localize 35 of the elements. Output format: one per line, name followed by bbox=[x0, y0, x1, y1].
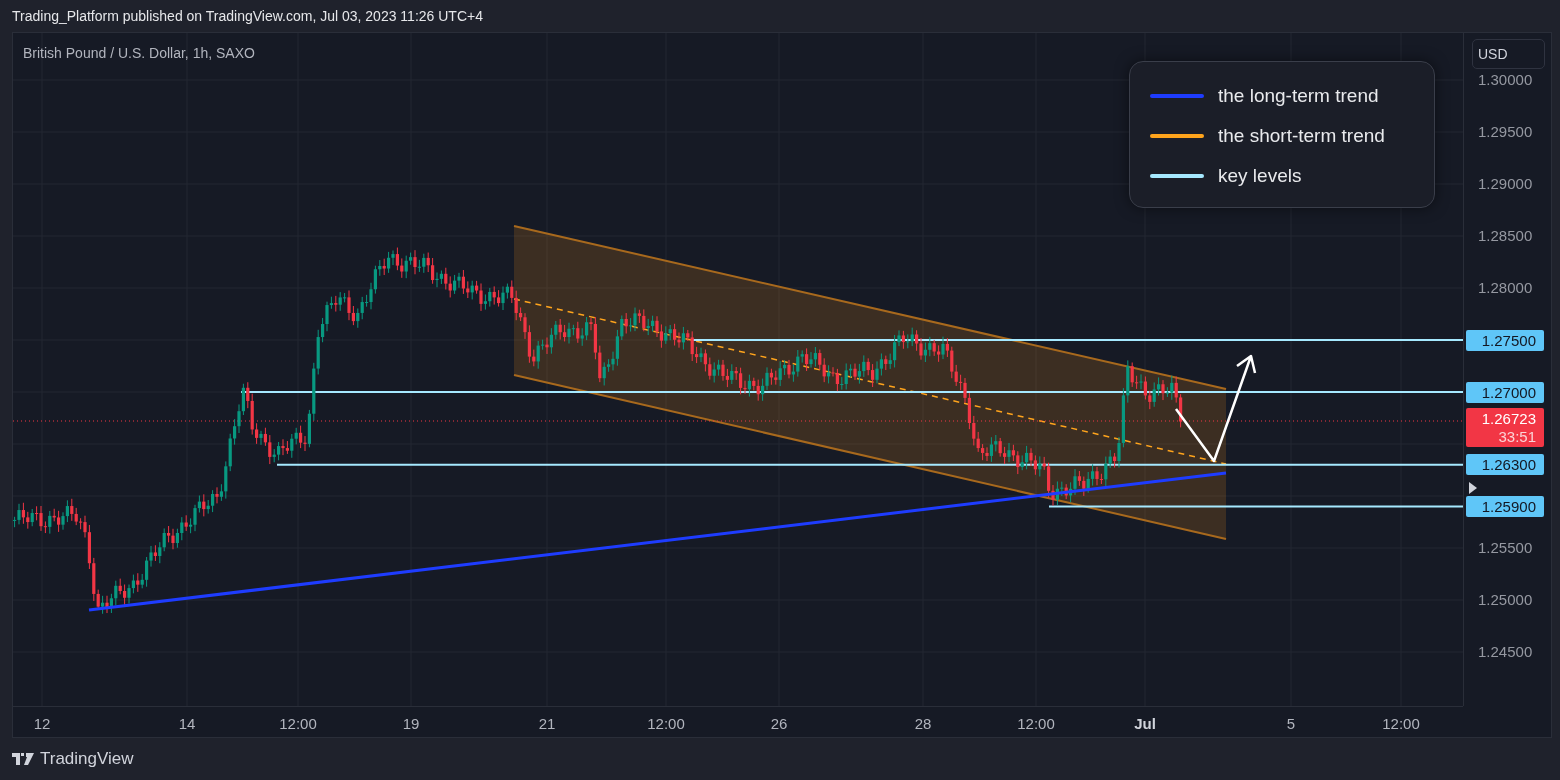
brand-name: TradingView bbox=[40, 748, 134, 771]
price-level-label: 1.27500 bbox=[1466, 329, 1544, 351]
price-tick-label: 1.30000 bbox=[1478, 71, 1533, 89]
publish-caption: Trading_Platform published on TradingView.com, Jul 03, 2023 11:26 UTC+4 bbox=[12, 6, 483, 26]
price-tick-label: 1.29500 bbox=[1478, 123, 1533, 141]
price-tick-label: 1.28500 bbox=[1478, 227, 1533, 245]
price-tick-label: 1.24500 bbox=[1478, 643, 1533, 661]
triangle-marker-icon bbox=[1468, 481, 1478, 495]
time-axis-label: Jul bbox=[1134, 714, 1156, 734]
price-tick-label: 1.28000 bbox=[1478, 279, 1533, 297]
price-tick-label: 1.25000 bbox=[1478, 591, 1533, 609]
time-axis-label: 28 bbox=[914, 714, 932, 734]
logo-icon bbox=[12, 753, 34, 765]
time-axis-label: 19 bbox=[402, 714, 420, 734]
price-tick-label: 1.29000 bbox=[1478, 175, 1533, 193]
currency-button[interactable]: USD bbox=[1472, 39, 1545, 69]
time-axis-label: 12:00 bbox=[647, 714, 685, 734]
time-axis-label: 12:00 bbox=[279, 714, 317, 734]
time-axis-label: 14 bbox=[178, 714, 196, 734]
last-price-value: 1.26723 bbox=[1480, 410, 1536, 428]
price-tick-label: 1.25500 bbox=[1478, 539, 1533, 557]
time-axis-label: 12 bbox=[33, 714, 51, 734]
legend-label: the short-term trend bbox=[1218, 123, 1385, 148]
time-axis-label: 12:00 bbox=[1017, 714, 1055, 734]
time-axis-label: 5 bbox=[1286, 714, 1296, 734]
symbol-title: British Pound / U.S. Dollar, 1h, SAXO bbox=[23, 44, 255, 63]
price-level-label: 1.27000 bbox=[1466, 381, 1544, 403]
time-axis-label: 12:00 bbox=[1382, 714, 1420, 734]
bar-countdown: 33:51 bbox=[1497, 428, 1536, 446]
legend-label: the long-term trend bbox=[1218, 83, 1379, 108]
legend-label: key levels bbox=[1218, 163, 1302, 188]
price-level-label: 1.26300 bbox=[1466, 454, 1544, 476]
time-axis-label: 21 bbox=[538, 714, 556, 734]
price-level-label: 1.25900 bbox=[1466, 495, 1544, 517]
time-axis-label: 26 bbox=[770, 714, 788, 734]
